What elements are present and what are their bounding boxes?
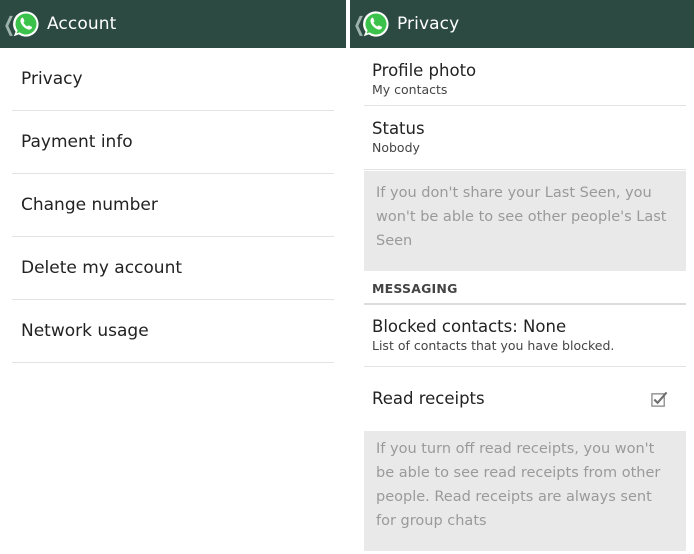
setting-summary: List of contacts that you have blocked. — [372, 338, 615, 353]
menu-item-label: Network usage — [21, 321, 149, 341]
setting-summary: Nobody — [372, 140, 420, 155]
status-setting[interactable]: Status Nobody — [364, 106, 686, 170]
chevron-left-icon[interactable]: ❮ — [3, 14, 15, 34]
page-title: Privacy — [397, 14, 460, 34]
setting-title: Profile photo — [372, 61, 477, 80]
account-screen: ❮ Account Privacy Payment info Change nu… — [0, 0, 346, 554]
menu-item-delete-account[interactable]: Delete my account — [12, 237, 334, 300]
page-title: Account — [47, 14, 117, 34]
menu-item-label: Change number — [21, 195, 158, 215]
blocked-contacts-setting[interactable]: Blocked contacts: None List of contacts … — [364, 305, 686, 367]
profile-photo-setting[interactable]: Profile photo My contacts — [364, 48, 686, 106]
messaging-section-header: MESSAGING — [364, 273, 686, 305]
menu-item-label: Payment info — [21, 132, 133, 152]
privacy-screen: ❮ Privacy Profile photo My contacts Stat… — [350, 0, 694, 554]
account-menu-list: Privacy Payment info Change number Delet… — [12, 48, 334, 363]
read-receipts-note: If you turn off read receipts, you won't… — [364, 431, 686, 551]
menu-item-label: Delete my account — [21, 258, 183, 278]
menu-item-payment-info[interactable]: Payment info — [12, 111, 334, 174]
whatsapp-logo-icon[interactable] — [361, 9, 391, 39]
menu-item-change-number[interactable]: Change number — [12, 174, 334, 237]
privacy-action-bar: ❮ Privacy — [350, 0, 694, 48]
setting-summary: My contacts — [372, 82, 448, 97]
menu-item-label: Privacy — [21, 69, 83, 89]
privacy-settings-list: Profile photo My contacts Status Nobody … — [364, 48, 686, 551]
chevron-left-icon[interactable]: ❮ — [353, 14, 365, 34]
whatsapp-logo-icon[interactable] — [11, 9, 41, 39]
setting-title: Read receipts — [372, 389, 485, 408]
last-seen-note: If you don't share your Last Seen, you w… — [364, 171, 686, 271]
setting-title: Status — [372, 119, 425, 138]
menu-item-privacy[interactable]: Privacy — [12, 48, 334, 111]
screens-container: ❮ Account Privacy Payment info Change nu… — [0, 0, 694, 554]
setting-title: Blocked contacts: None — [372, 317, 567, 336]
read-receipts-checkbox[interactable] — [651, 391, 668, 408]
read-receipts-setting[interactable]: Read receipts — [364, 367, 686, 431]
account-action-bar: ❮ Account — [0, 0, 346, 48]
menu-item-network-usage[interactable]: Network usage — [12, 300, 334, 363]
